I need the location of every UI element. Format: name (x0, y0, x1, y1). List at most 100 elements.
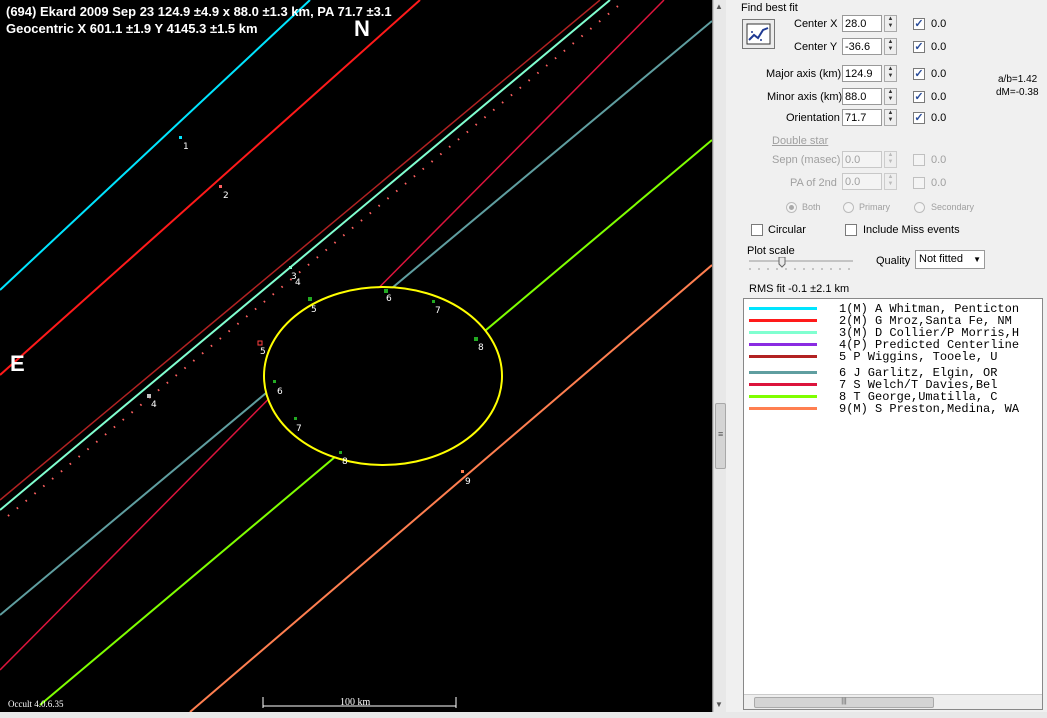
delta-mag: dM=-0.38 (996, 87, 1039, 98)
quality-value: Not fitted (919, 253, 964, 265)
event-marker (474, 337, 478, 341)
chord-label: 6 (277, 387, 283, 397)
legend-swatch (749, 355, 817, 358)
radio-both[interactable] (786, 202, 797, 213)
event-marker (273, 380, 276, 383)
chord-1-line (0, 0, 311, 291)
pa2-fixed-value: 0.0 (931, 177, 947, 189)
radio-both-label: Both (802, 202, 821, 212)
double-star-label: Double star (772, 135, 829, 147)
minor-axis-checkbox[interactable]: ✓ (913, 91, 925, 103)
legend-swatch (749, 371, 817, 374)
north-label: N (354, 16, 370, 41)
legend-text: 9(M) S Preston,Medina, WA (839, 402, 1020, 416)
orientation-label: Orientation (786, 112, 840, 124)
legend-swatch (749, 331, 817, 334)
center-y-label: Center Y (794, 41, 838, 53)
chord-label: 5 (311, 305, 317, 315)
chevron-down-icon: ▼ (973, 255, 981, 264)
chord-label: 8 (478, 343, 484, 353)
pa2-spinner[interactable]: ▲ ▼ (884, 173, 897, 190)
scroll-down-icon[interactable]: ▼ (715, 700, 723, 709)
legend-text: 5 P Wiggins, Tooele, U (839, 350, 998, 364)
legend-swatch (749, 395, 817, 398)
sepn-fixed-value: 0.0 (931, 154, 947, 166)
slider-thumb[interactable] (778, 257, 786, 268)
center-x-fixed-value: 0.0 (931, 18, 947, 30)
chord-label: 7 (296, 424, 302, 434)
radio-primary[interactable] (843, 202, 854, 213)
plot-vertical-scrollbar[interactable]: ▲ ≡ ▼ (713, 0, 726, 712)
bottom-scroll-strip (0, 712, 1047, 718)
sepn-label: Sepn (masec) (772, 154, 841, 166)
chord-label: 1 (183, 142, 189, 152)
major-axis-spinner[interactable]: ▲ ▼ (884, 65, 897, 82)
scroll-up-icon[interactable]: ▲ (715, 2, 723, 11)
radio-secondary-label: Secondary (931, 202, 975, 212)
occultation-plot[interactable]: 1 2 3 4 5 6 7 8 9 4 5 6 7 8 (694) Ekard … (0, 0, 713, 712)
scroll-thumb[interactable]: ≡ (715, 403, 726, 469)
pa2-checkbox[interactable] (913, 177, 925, 189)
center-x-label: Center X (794, 18, 838, 30)
center-x-input[interactable]: 28.0 (842, 15, 882, 32)
major-axis-checkbox[interactable]: ✓ (913, 68, 925, 80)
chart-fit-icon (746, 23, 771, 45)
quality-label: Quality (876, 255, 911, 267)
chord-label: 4 (151, 400, 157, 410)
event-marker (257, 340, 263, 346)
find-best-fit-button[interactable] (742, 19, 775, 49)
orientation-fixed-value: 0.0 (931, 112, 947, 124)
legend-row[interactable]: 9(M) S Preston,Medina, WA (744, 402, 1042, 416)
center-y-fixed-value: 0.0 (931, 41, 947, 53)
legend-swatch (749, 343, 817, 346)
sepn-spinner[interactable]: ▲ ▼ (884, 151, 897, 168)
legend-horizontal-scrollbar[interactable]: ||| (744, 694, 1042, 709)
radio-secondary[interactable] (914, 202, 925, 213)
center-x-checkbox[interactable]: ✓ (913, 18, 925, 30)
scale-label: 100 km (340, 697, 371, 708)
minor-axis-input[interactable]: 88.0 (842, 88, 882, 105)
sepn-input[interactable]: 0.0 (842, 151, 882, 168)
radio-primary-label: Primary (859, 202, 890, 212)
event-marker (308, 297, 312, 301)
legend-scroll-thumb[interactable]: ||| (754, 697, 934, 708)
orientation-input[interactable]: 71.7 (842, 109, 882, 126)
chord-label: 5 (260, 347, 266, 357)
observer-legend-list[interactable]: 1(M) A Whitman, Penticton 2(M) G Mroz,Sa… (743, 298, 1043, 710)
plot-canvas: 1 2 3 4 5 6 7 8 9 4 5 6 7 8 (0, 0, 712, 712)
chord-label: 4 (295, 278, 301, 288)
event-marker (147, 394, 151, 398)
pa2-input[interactable]: 0.0 (842, 173, 882, 190)
legend-swatch (749, 319, 817, 322)
event-marker (384, 289, 388, 293)
minor-axis-spinner[interactable]: ▲ ▼ (884, 88, 897, 105)
plot-header-line1: (694) Ekard 2009 Sep 23 124.9 ±4.9 x 88.… (6, 4, 392, 19)
orientation-spinner[interactable]: ▲ ▼ (884, 109, 897, 126)
circular-checkbox[interactable] (751, 224, 763, 236)
chord-label: 7 (435, 306, 441, 316)
event-marker (432, 300, 435, 303)
legend-swatch (749, 307, 817, 310)
include-miss-checkbox[interactable] (845, 224, 857, 236)
center-y-input[interactable]: -36.6 (842, 38, 882, 55)
chord-label: 8 (342, 457, 348, 467)
quality-dropdown[interactable]: Not fitted ▼ (915, 250, 985, 269)
version-label: Occult 4.0.6.35 (8, 699, 64, 709)
legend-row[interactable]: 5 P Wiggins, Tooele, U (744, 350, 1042, 364)
event-marker (339, 451, 342, 454)
center-y-checkbox[interactable]: ✓ (913, 41, 925, 53)
legend-swatch (749, 383, 817, 386)
east-label: E (10, 351, 25, 376)
plot-header-line2: Geocentric X 601.1 ±1.9 Y 4145.3 ±1.5 km (6, 21, 258, 36)
grip-icon: ≡ (718, 429, 724, 439)
plot-scale-slider[interactable] (747, 257, 855, 271)
orientation-checkbox[interactable]: ✓ (913, 112, 925, 124)
sepn-checkbox[interactable] (913, 154, 925, 166)
find-best-fit-label: Find best fit (741, 2, 798, 14)
fitted-ellipse-mask (264, 288, 502, 464)
major-axis-input[interactable]: 124.9 (842, 65, 882, 82)
center-x-spinner[interactable]: ▲ ▼ (884, 15, 897, 32)
pa2-label: PA of 2nd (790, 177, 837, 189)
event-marker (219, 185, 222, 188)
center-y-spinner[interactable]: ▲ ▼ (884, 38, 897, 55)
